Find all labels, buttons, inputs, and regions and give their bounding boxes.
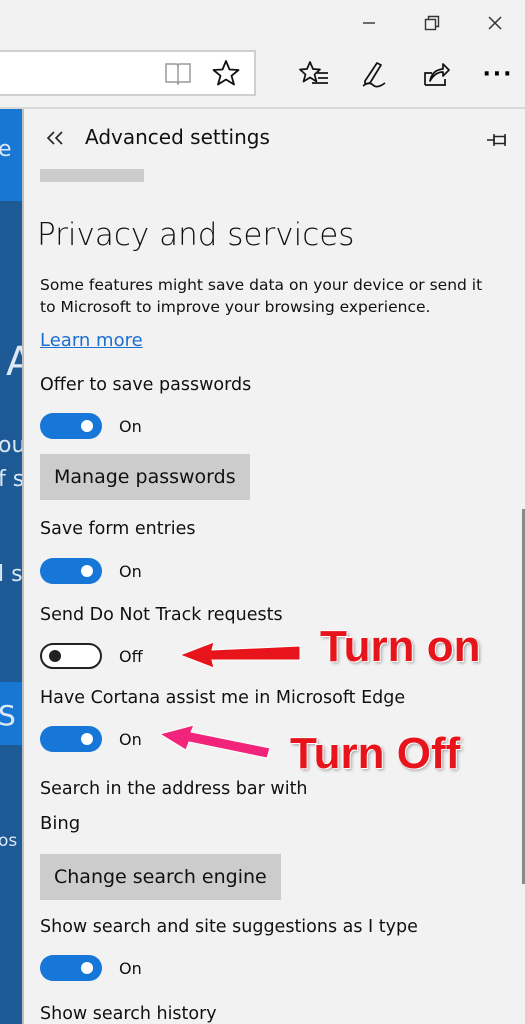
turn-on-annotation: Turn on xyxy=(320,622,481,671)
annotation-arrows xyxy=(158,641,301,759)
turn-on-arrow xyxy=(178,641,301,669)
turn-off-annotation: Turn Off xyxy=(290,729,461,778)
turn-off-arrow xyxy=(158,724,271,759)
